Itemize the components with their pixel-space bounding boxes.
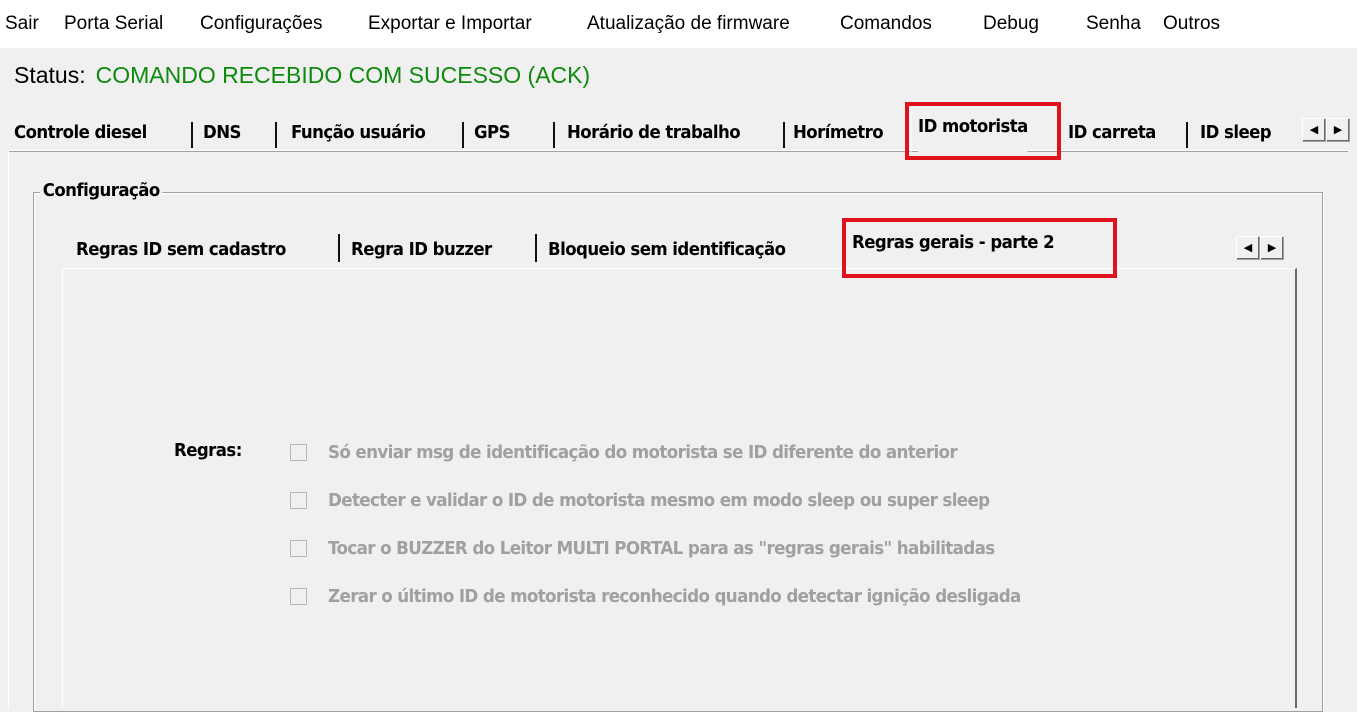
tab-separator [783, 122, 785, 148]
rule-label: Tocar o BUZZER do Leitor MULTI PORTAL pa… [328, 537, 995, 559]
inner-tab-separator [338, 234, 340, 262]
outer-tab-scroll: ◀ ▶ [1300, 118, 1350, 142]
menu-sair[interactable]: Sair [5, 13, 39, 35]
status-line: Status: COMANDO RECEBIDO COM SUCESSO (ACK… [14, 62, 590, 89]
tab-separator [553, 122, 555, 148]
left-arrow-icon[interactable]: ◀ [1236, 236, 1260, 260]
rule-label: Zerar o último ID de motorista reconheci… [328, 585, 1021, 607]
menu-bar: Sair Porta Serial Configurações Exportar… [0, 0, 1357, 48]
status-label: Status: [14, 62, 86, 88]
menu-debug[interactable]: Debug [983, 13, 1039, 35]
rule-checkbox-row[interactable]: Detecter e validar o ID de motorista mes… [290, 488, 1039, 512]
right-arrow-icon[interactable]: ▶ [1260, 236, 1284, 260]
highlight-box-outer-tab [905, 102, 1061, 160]
status-value: COMANDO RECEBIDO COM SUCESSO (ACK) [95, 62, 591, 88]
tab-id-sleep[interactable]: ID sleep [1200, 116, 1272, 150]
tab-funcao-usuario[interactable]: Função usuário [291, 116, 426, 150]
tab-controle-diesel[interactable]: Controle diesel [14, 116, 147, 150]
inner-tab-bloqueio-sem-identificacao[interactable]: Bloqueio sem identificação [548, 233, 786, 267]
menu-outros[interactable]: Outros [1163, 13, 1220, 35]
rules-label: Regras: [174, 440, 242, 461]
menu-comandos[interactable]: Comandos [840, 13, 932, 35]
checkbox[interactable] [290, 539, 307, 557]
tab-id-carreta[interactable]: ID carreta [1068, 116, 1156, 150]
rule-label: Detecter e validar o ID de motorista mes… [328, 489, 990, 511]
tab-dns[interactable]: DNS [203, 116, 241, 150]
outer-tab-strip: Controle diesel DNS Função usuário GPS H… [0, 110, 1357, 154]
left-arrow-icon[interactable]: ◀ [1302, 118, 1326, 142]
rule-label: Só enviar msg de identificação do motori… [328, 441, 958, 463]
right-arrow-icon[interactable]: ▶ [1326, 118, 1350, 142]
menu-exportar-importar[interactable]: Exportar e Importar [368, 13, 532, 35]
checkbox[interactable] [290, 491, 307, 509]
checkbox[interactable] [290, 443, 307, 461]
tab-separator [462, 122, 464, 148]
rule-checkbox-row[interactable]: Tocar o BUZZER do Leitor MULTI PORTAL pa… [290, 536, 1045, 560]
inner-tab-separator [535, 234, 537, 262]
menu-atualizacao-firmware[interactable]: Atualização de firmware [587, 13, 790, 35]
inner-tab-regra-id-buzzer[interactable]: Regra ID buzzer [351, 233, 492, 267]
tab-separator [1186, 122, 1188, 148]
tab-horario-trabalho[interactable]: Horário de trabalho [567, 116, 741, 150]
tab-separator [191, 122, 193, 148]
tab-separator [275, 122, 277, 148]
inner-tab-regras-id-sem-cadastro[interactable]: Regras ID sem cadastro [76, 233, 286, 267]
menu-senha[interactable]: Senha [1086, 13, 1141, 35]
tab-horimetro[interactable]: Horímetro [793, 116, 884, 150]
inner-tab-scroll: ◀ ▶ [1236, 236, 1284, 260]
highlight-box-inner-tab [842, 218, 1117, 278]
tab-gps[interactable]: GPS [474, 116, 511, 150]
rule-checkbox-row[interactable]: Zerar o último ID de motorista reconheci… [290, 584, 1073, 608]
menu-porta-serial[interactable]: Porta Serial [64, 13, 163, 35]
checkbox[interactable] [290, 587, 307, 605]
menu-configuracoes[interactable]: Configurações [200, 13, 323, 35]
groupbox-title: Configuração [40, 180, 163, 201]
rule-checkbox-row[interactable]: Só enviar msg de identificação do motori… [290, 440, 1004, 464]
